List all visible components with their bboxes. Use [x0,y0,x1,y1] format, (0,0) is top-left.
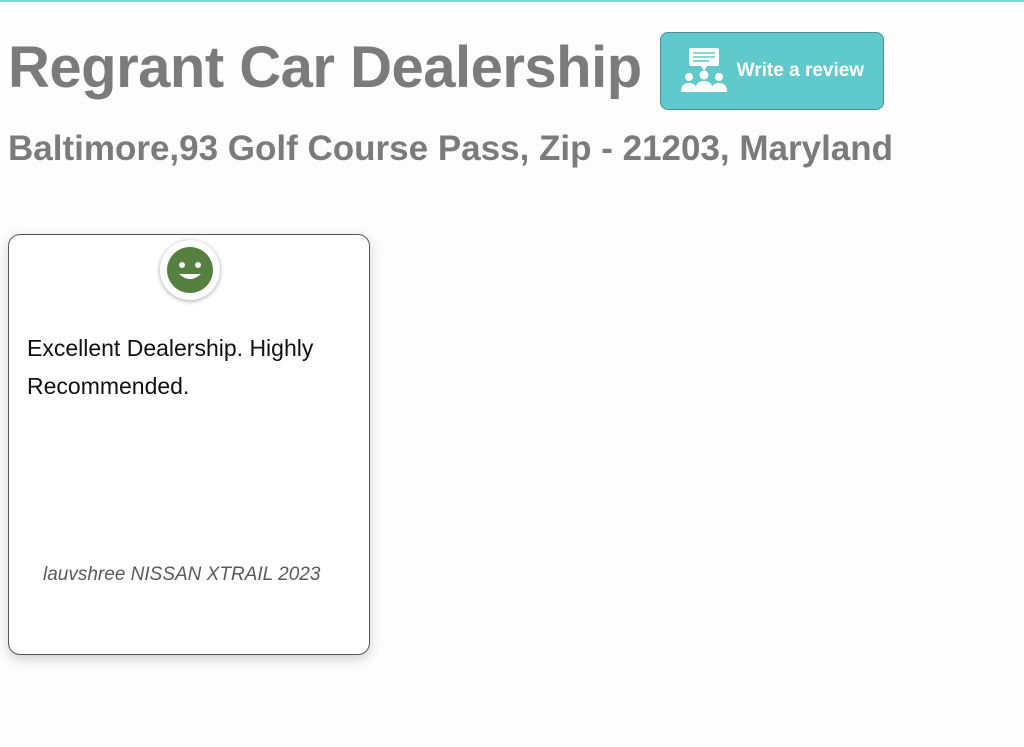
people-discussion-icon [680,48,727,92]
write-review-label: Write a review [736,60,865,81]
sentiment-badge [160,240,220,300]
write-review-button[interactable]: Write a review [659,32,884,110]
review-card: Excellent Dealership. Highly Recommended… [8,234,370,655]
review-text: Excellent Dealership. Highly Recommended… [27,335,314,399]
reviewer-car: lauvshree NISSAN XTRAIL 2023 [43,564,321,585]
dealer-name: Regrant Car Dealership [8,35,642,100]
smiley-face-icon [167,247,213,293]
dealer-header: Regrant Car Dealership Write a review [8,26,884,110]
dealer-address: Baltimore,93 Golf Course Pass, Zip - 212… [8,129,894,168]
top-divider [0,0,1024,2]
